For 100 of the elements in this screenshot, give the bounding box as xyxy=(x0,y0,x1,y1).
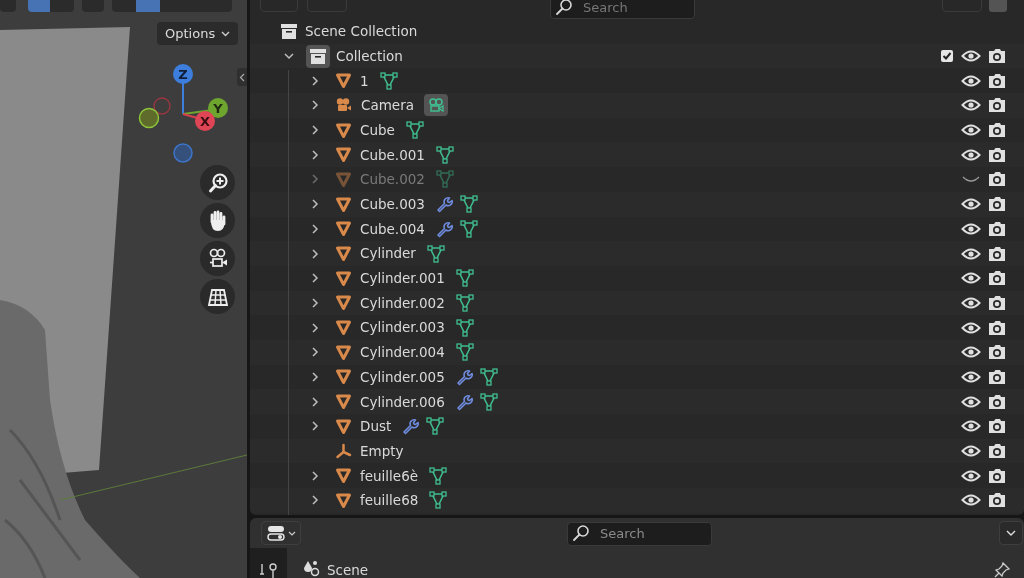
expand-chevron[interactable] xyxy=(310,124,320,137)
visibility-eye-icon[interactable] xyxy=(961,221,981,236)
zoom-button[interactable] xyxy=(200,165,235,200)
mesh-data-icon[interactable] xyxy=(458,194,479,215)
sidebar-toggle[interactable] xyxy=(237,68,247,86)
expand-chevron[interactable] xyxy=(310,321,320,334)
render-camera-icon[interactable] xyxy=(988,245,1006,262)
visibility-eye-icon[interactable] xyxy=(961,49,981,64)
expand-chevron[interactable] xyxy=(310,272,320,285)
mesh-data-icon[interactable] xyxy=(425,243,446,264)
mesh-object-icon[interactable] xyxy=(335,319,352,337)
wrench-icon[interactable] xyxy=(454,367,473,386)
visibility-eye-icon[interactable] xyxy=(961,98,981,113)
render-camera-icon[interactable] xyxy=(988,467,1006,484)
viewport[interactable]: Options Z Y X xyxy=(0,0,247,578)
scene-collection-label[interactable]: Scene Collection xyxy=(305,21,418,42)
render-camera-icon[interactable] xyxy=(988,418,1006,435)
shading-buttons[interactable] xyxy=(112,0,232,12)
visibility-eye-icon[interactable] xyxy=(961,73,981,88)
empty-object-icon[interactable] xyxy=(335,442,352,460)
projection-toggle-button[interactable] xyxy=(200,279,235,314)
visibility-eye-icon[interactable] xyxy=(961,419,981,434)
visibility-eye-icon[interactable] xyxy=(961,295,981,310)
object-name[interactable]: Cylinder xyxy=(360,243,416,264)
visibility-eye-icon[interactable] xyxy=(961,320,981,335)
render-camera-icon[interactable] xyxy=(988,393,1006,410)
mesh-object-icon[interactable] xyxy=(335,393,352,411)
camera-data-icon[interactable] xyxy=(424,94,448,117)
pin-icon[interactable] xyxy=(994,562,1010,578)
mesh-object-icon[interactable] xyxy=(335,121,352,139)
object-name[interactable]: Cube.001 xyxy=(360,144,425,165)
visibility-eye-icon[interactable] xyxy=(961,147,981,162)
mesh-data-icon[interactable] xyxy=(478,366,499,387)
expand-chevron[interactable] xyxy=(310,222,320,235)
object-name[interactable]: 1 xyxy=(360,70,369,91)
mesh-object-icon[interactable] xyxy=(335,195,352,213)
mesh-object-icon[interactable] xyxy=(335,417,352,435)
object-name[interactable]: Cylinder.004 xyxy=(360,342,445,363)
expand-chevron[interactable] xyxy=(310,74,320,87)
object-name[interactable]: Cube.002 xyxy=(360,169,425,190)
mesh-data-icon[interactable] xyxy=(378,70,399,91)
render-camera-icon[interactable] xyxy=(988,294,1006,311)
search-field[interactable]: Search xyxy=(550,0,695,19)
expand-chevron[interactable] xyxy=(310,198,320,211)
expand-chevron[interactable] xyxy=(310,99,320,112)
expand-chevron[interactable] xyxy=(310,395,320,408)
wrench-icon[interactable] xyxy=(434,195,453,214)
editor-type-dropdown[interactable] xyxy=(261,521,301,545)
render-camera-icon[interactable] xyxy=(988,97,1006,114)
visibility-eye-icon[interactable] xyxy=(961,271,981,286)
mesh-data-icon[interactable] xyxy=(434,144,455,165)
object-name[interactable]: feuille6è xyxy=(360,465,419,486)
render-camera-icon[interactable] xyxy=(988,443,1006,460)
mesh-data-icon[interactable] xyxy=(458,218,479,239)
expand-chevron[interactable] xyxy=(310,346,320,359)
render-camera-icon[interactable] xyxy=(988,196,1006,213)
mesh-data-icon[interactable] xyxy=(454,342,475,363)
render-camera-icon[interactable] xyxy=(988,48,1006,65)
render-camera-icon[interactable] xyxy=(988,171,1006,188)
wrench-icon[interactable] xyxy=(434,219,453,238)
expand-chevron[interactable] xyxy=(310,148,320,161)
collapse-chevron[interactable] xyxy=(283,51,295,62)
mesh-object-icon[interactable] xyxy=(335,146,352,164)
expand-dropdown-button[interactable] xyxy=(999,521,1023,545)
mesh-object-icon[interactable] xyxy=(335,245,352,263)
visibility-eye-icon[interactable] xyxy=(961,345,981,360)
navigation-gizmo[interactable]: Z Y X xyxy=(137,62,231,166)
expand-chevron[interactable] xyxy=(310,370,320,383)
render-camera-icon[interactable] xyxy=(988,270,1006,287)
visibility-eye-icon[interactable] xyxy=(961,468,981,483)
render-camera-icon[interactable] xyxy=(988,368,1006,385)
mesh-object-icon[interactable] xyxy=(335,467,352,485)
mesh-data-icon[interactable] xyxy=(454,317,475,338)
render-camera-icon[interactable] xyxy=(988,319,1006,336)
render-camera-icon[interactable] xyxy=(988,220,1006,237)
render-camera-icon[interactable] xyxy=(988,72,1006,89)
exclude-checkbox[interactable] xyxy=(941,50,953,63)
options-dropdown[interactable]: Options xyxy=(157,22,239,45)
mesh-data-icon[interactable] xyxy=(428,490,449,511)
render-camera-icon[interactable] xyxy=(988,344,1006,361)
collection-label[interactable]: Collection xyxy=(336,45,403,67)
render-camera-icon[interactable] xyxy=(988,122,1006,139)
object-name[interactable]: Cube xyxy=(360,119,395,141)
object-name[interactable]: Cylinder.005 xyxy=(360,366,445,388)
mesh-object-icon[interactable] xyxy=(335,72,352,90)
visibility-eye-icon[interactable] xyxy=(961,197,981,212)
pan-button[interactable] xyxy=(200,203,235,238)
mesh-object-icon[interactable] xyxy=(335,269,352,287)
visibility-eye-icon[interactable] xyxy=(961,493,981,508)
object-name[interactable]: Cube.003 xyxy=(360,194,425,215)
object-name[interactable]: Empty xyxy=(360,440,404,462)
object-name[interactable]: Cylinder.003 xyxy=(360,317,445,338)
camera-object-icon[interactable] xyxy=(335,96,353,114)
expand-chevron[interactable] xyxy=(310,494,320,507)
tool-icon[interactable] xyxy=(258,562,279,578)
object-name[interactable]: Cylinder.002 xyxy=(360,292,445,314)
search-field[interactable]: Search xyxy=(567,521,712,546)
mesh-data-icon[interactable] xyxy=(454,292,475,313)
mesh-data-icon[interactable] xyxy=(404,120,425,141)
object-name[interactable]: Cylinder.006 xyxy=(360,391,445,412)
